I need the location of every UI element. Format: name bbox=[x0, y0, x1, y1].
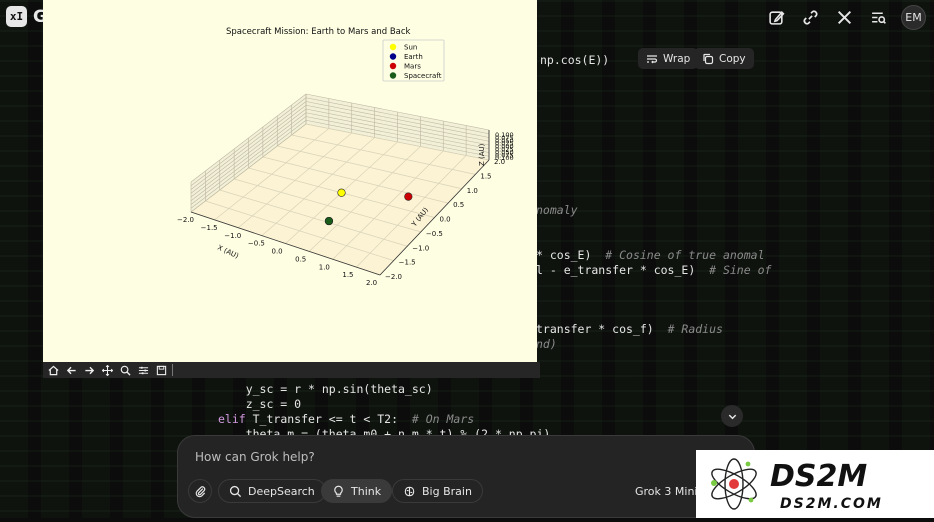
code-line: nomaly bbox=[536, 203, 578, 217]
x-tick-label: −2.0 bbox=[177, 216, 194, 224]
copy-label: Copy bbox=[719, 52, 746, 65]
plot-toolbar bbox=[43, 362, 540, 378]
legend-entry: Sun bbox=[404, 44, 417, 52]
z-axis-label: Z (AU) bbox=[478, 143, 486, 166]
search-list-icon[interactable] bbox=[867, 7, 889, 29]
app-brand[interactable]: xI G bbox=[6, 6, 47, 27]
bigbrain-button[interactable]: Big Brain bbox=[392, 479, 483, 503]
attach-button[interactable] bbox=[188, 479, 212, 503]
point-sun bbox=[337, 188, 346, 197]
y-tick-label: 1.5 bbox=[480, 172, 491, 180]
plot-canvas: −2.0−1.5−1.0−0.50.00.51.01.52.0−2.0−1.5−… bbox=[177, 27, 514, 287]
x-tick-label: 0.0 bbox=[272, 248, 283, 256]
forward-arrow-icon[interactable] bbox=[82, 363, 96, 377]
scroll-to-bottom-button[interactable] bbox=[721, 405, 743, 427]
save-icon[interactable] bbox=[154, 363, 168, 377]
point-spacecraft bbox=[324, 216, 334, 226]
deepsearch-label: DeepSearch bbox=[248, 484, 315, 498]
search-icon bbox=[229, 485, 242, 497]
point-mars bbox=[404, 192, 413, 201]
legend-marker bbox=[389, 62, 397, 70]
code-line: l - e_transfer * cos_E) # Sine of bbox=[536, 263, 772, 277]
x-tick-label: −0.5 bbox=[248, 240, 265, 248]
y-tick-label: 1.0 bbox=[467, 187, 478, 195]
x-tick-label: 1.5 bbox=[342, 271, 353, 279]
x-tick-label: 1.0 bbox=[319, 263, 330, 271]
back-arrow-icon[interactable] bbox=[64, 363, 78, 377]
code-line: elif T_transfer <= t < T2: # On Mars bbox=[218, 412, 475, 426]
configure-icon[interactable] bbox=[136, 363, 150, 377]
deepsearch-button[interactable]: DeepSearch bbox=[218, 479, 326, 503]
code-line: transfer * cos_f) # Radius bbox=[536, 322, 723, 336]
x-tick-label: 2.0 bbox=[366, 279, 377, 287]
y-tick-label: −2.0 bbox=[385, 273, 402, 281]
svg-text:DS2M.COM: DS2M.COM bbox=[780, 496, 883, 512]
y-tick-label: 0.0 bbox=[440, 216, 451, 224]
paperclip-icon bbox=[195, 485, 205, 497]
ds2m-logo: DS2M DS2M.COM bbox=[711, 458, 883, 512]
copy-icon bbox=[703, 53, 714, 64]
code-line: nd) bbox=[536, 337, 557, 351]
code-line: z_sc = 0 bbox=[218, 397, 302, 411]
home-icon[interactable] bbox=[46, 363, 60, 377]
legend-marker bbox=[389, 53, 397, 60]
prompt-input[interactable]: How can Grok help? bbox=[195, 450, 315, 464]
pane-grid bbox=[190, 93, 490, 276]
legend: SunEarth MarsSpacecraft bbox=[382, 39, 445, 82]
think-button[interactable]: Think bbox=[321, 479, 393, 503]
composer: How can Grok help? DeepSearch Think Big … bbox=[177, 435, 755, 518]
code-line: y_sc = r * np.sin(theta_sc) bbox=[218, 382, 433, 396]
legend-marker bbox=[389, 72, 397, 79]
avatar[interactable]: EM bbox=[901, 5, 926, 30]
legend-entry: Mars bbox=[404, 63, 421, 71]
x-tick-label: −1.0 bbox=[224, 232, 241, 240]
legend-marker bbox=[389, 43, 397, 51]
wrap-button[interactable]: Wrap bbox=[638, 48, 699, 69]
wrap-label: Wrap bbox=[663, 52, 691, 65]
wrap-icon bbox=[647, 54, 658, 63]
x-logo-icon[interactable] bbox=[833, 7, 855, 29]
code-line: * cos_E) # Cosine of true anomal bbox=[536, 248, 765, 262]
svg-text:DS2M: DS2M bbox=[770, 459, 867, 494]
grok-logo[interactable]: xI bbox=[6, 6, 27, 27]
x-axis-label: X (AU) bbox=[216, 244, 240, 261]
bigbrain-label: Big Brain bbox=[422, 484, 472, 498]
x-tick-label: 0.5 bbox=[295, 255, 306, 263]
code-line: np.cos(E)) bbox=[540, 53, 610, 67]
brain-icon bbox=[404, 486, 415, 496]
think-label: Think bbox=[351, 484, 382, 498]
toolbar-separator bbox=[172, 364, 173, 376]
legend-entry: Earth bbox=[404, 53, 423, 61]
zoom-icon[interactable] bbox=[118, 363, 132, 377]
legend-entry: Spacecraft bbox=[404, 72, 442, 80]
model-selector[interactable]: Grok 3 Mini bbox=[635, 485, 697, 498]
pan-icon[interactable] bbox=[100, 363, 114, 377]
header-actions: EM bbox=[765, 5, 926, 30]
chart-title: Spacecraft Mission: Earth to Mars and Ba… bbox=[226, 27, 411, 37]
y-tick-label: −1.0 bbox=[412, 244, 429, 252]
link-icon[interactable] bbox=[799, 7, 821, 29]
plot-window: −2.0 −1.5 −1.0 −0.5 0.0 0.5 1.0 1.5 2.0 −2.0 −1.5−… bbox=[43, 0, 540, 378]
y-tick-label: −0.5 bbox=[426, 230, 443, 238]
y-tick-label: −1.5 bbox=[399, 259, 416, 267]
copy-button[interactable]: Copy bbox=[694, 48, 754, 69]
y-tick-label: 0.5 bbox=[453, 201, 464, 209]
z-tick-label: 0.100 bbox=[495, 154, 514, 162]
edit-icon[interactable] bbox=[765, 7, 787, 29]
x-tick-label: −1.5 bbox=[201, 224, 218, 232]
lightbulb-icon bbox=[334, 485, 343, 497]
chevron-down-icon bbox=[728, 414, 736, 419]
watermark: DS2M DS2M.COM bbox=[696, 450, 934, 518]
